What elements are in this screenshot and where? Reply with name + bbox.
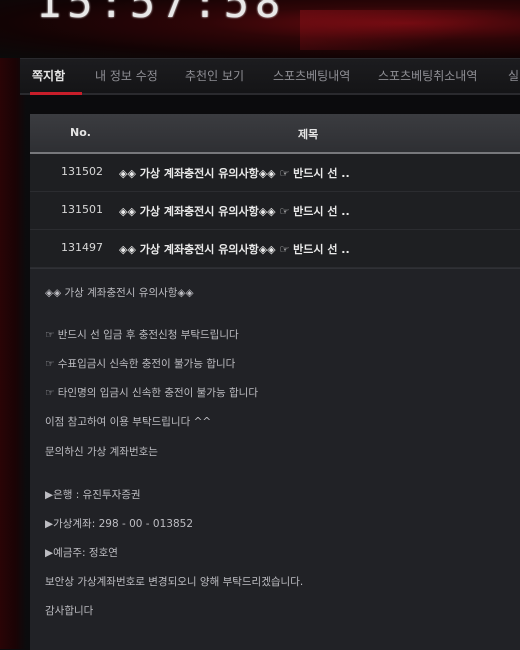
header-banner: 15:57:58	[0, 0, 520, 58]
column-title: 제목	[298, 128, 319, 141]
row-number: 131497	[61, 241, 103, 254]
row-number: 131501	[61, 203, 103, 216]
table-row[interactable]: 131502 ◈◈ 가상 계좌충전시 유의사항◈◈ ☞ 반드시 선 ..	[30, 154, 520, 192]
row-title[interactable]: ◈◈ 가상 계좌충전시 유의사항◈◈ ☞ 반드시 선 ..	[119, 165, 350, 181]
table-row[interactable]: 131497 ◈◈ 가상 계좌충전시 유의사항◈◈ ☞ 반드시 선 ..	[30, 230, 520, 268]
row-title[interactable]: ◈◈ 가상 계좌충전시 유의사항◈◈ ☞ 반드시 선 ..	[119, 203, 350, 219]
tab-more[interactable]: 실	[508, 67, 519, 84]
column-no: No.	[70, 126, 91, 139]
tab-edit-profile[interactable]: 내 정보 수정	[95, 67, 158, 84]
message-line: 감사합니다	[45, 605, 94, 617]
message-line: ◈◈ 가상 계좌충전시 유의사항◈◈	[45, 287, 194, 299]
message-line: ▶은행 : 유진투자증권	[45, 489, 141, 501]
row-title[interactable]: ◈◈ 가상 계좌충전시 유의사항◈◈ ☞ 반드시 선 ..	[119, 241, 350, 257]
tab-referrals[interactable]: 추천인 보기	[185, 67, 244, 84]
tab-sports-bets[interactable]: 스포츠베팅내역	[273, 67, 350, 84]
message-body: ◈◈ 가상 계좌충전시 유의사항◈◈ ☞ 반드시 선 입금 후 충전신청 부탁드…	[30, 268, 520, 650]
message-line: 이점 참고하여 이용 부탁드립니다 ^^	[45, 416, 212, 428]
message-line: ☞ 수표입금시 신속한 충전이 불가능 합니다	[45, 358, 236, 370]
active-tab-indicator	[30, 92, 82, 95]
message-line: ☞ 반드시 선 입금 후 충전신청 부탁드립니다	[45, 329, 239, 341]
row-number: 131502	[61, 165, 103, 178]
message-line: 보안상 가상계좌번호로 변경되오니 양해 부탁드리겠습니다.	[45, 576, 304, 588]
message-line: ▶예금주: 정호연	[45, 547, 118, 559]
table-header: No. 제목	[30, 114, 520, 154]
tab-sports-bet-cancels[interactable]: 스포츠베팅취소내역	[378, 67, 477, 84]
message-line: ▶가상계좌: 298 - 00 - 013852	[45, 518, 194, 530]
table-row[interactable]: 131501 ◈◈ 가상 계좌충전시 유의사항◈◈ ☞ 반드시 선 ..	[30, 192, 520, 230]
side-glow	[0, 0, 26, 649]
message-panel: No. 제목 131502 ◈◈ 가상 계좌충전시 유의사항◈◈ ☞ 반드시 선…	[30, 114, 520, 650]
clock-display: 15:57:58	[36, 0, 287, 27]
message-line: 문의하신 가상 계좌번호는	[45, 446, 158, 458]
tab-bar: 쪽지함 내 정보 수정 추천인 보기 스포츠베팅내역 스포츠베팅취소내역 실	[20, 58, 520, 95]
banner-decoration	[300, 10, 520, 50]
tab-inbox[interactable]: 쪽지함	[32, 67, 65, 84]
message-line: ☞ 타인명의 입금시 신속한 충전이 불가능 합니다	[45, 387, 258, 399]
